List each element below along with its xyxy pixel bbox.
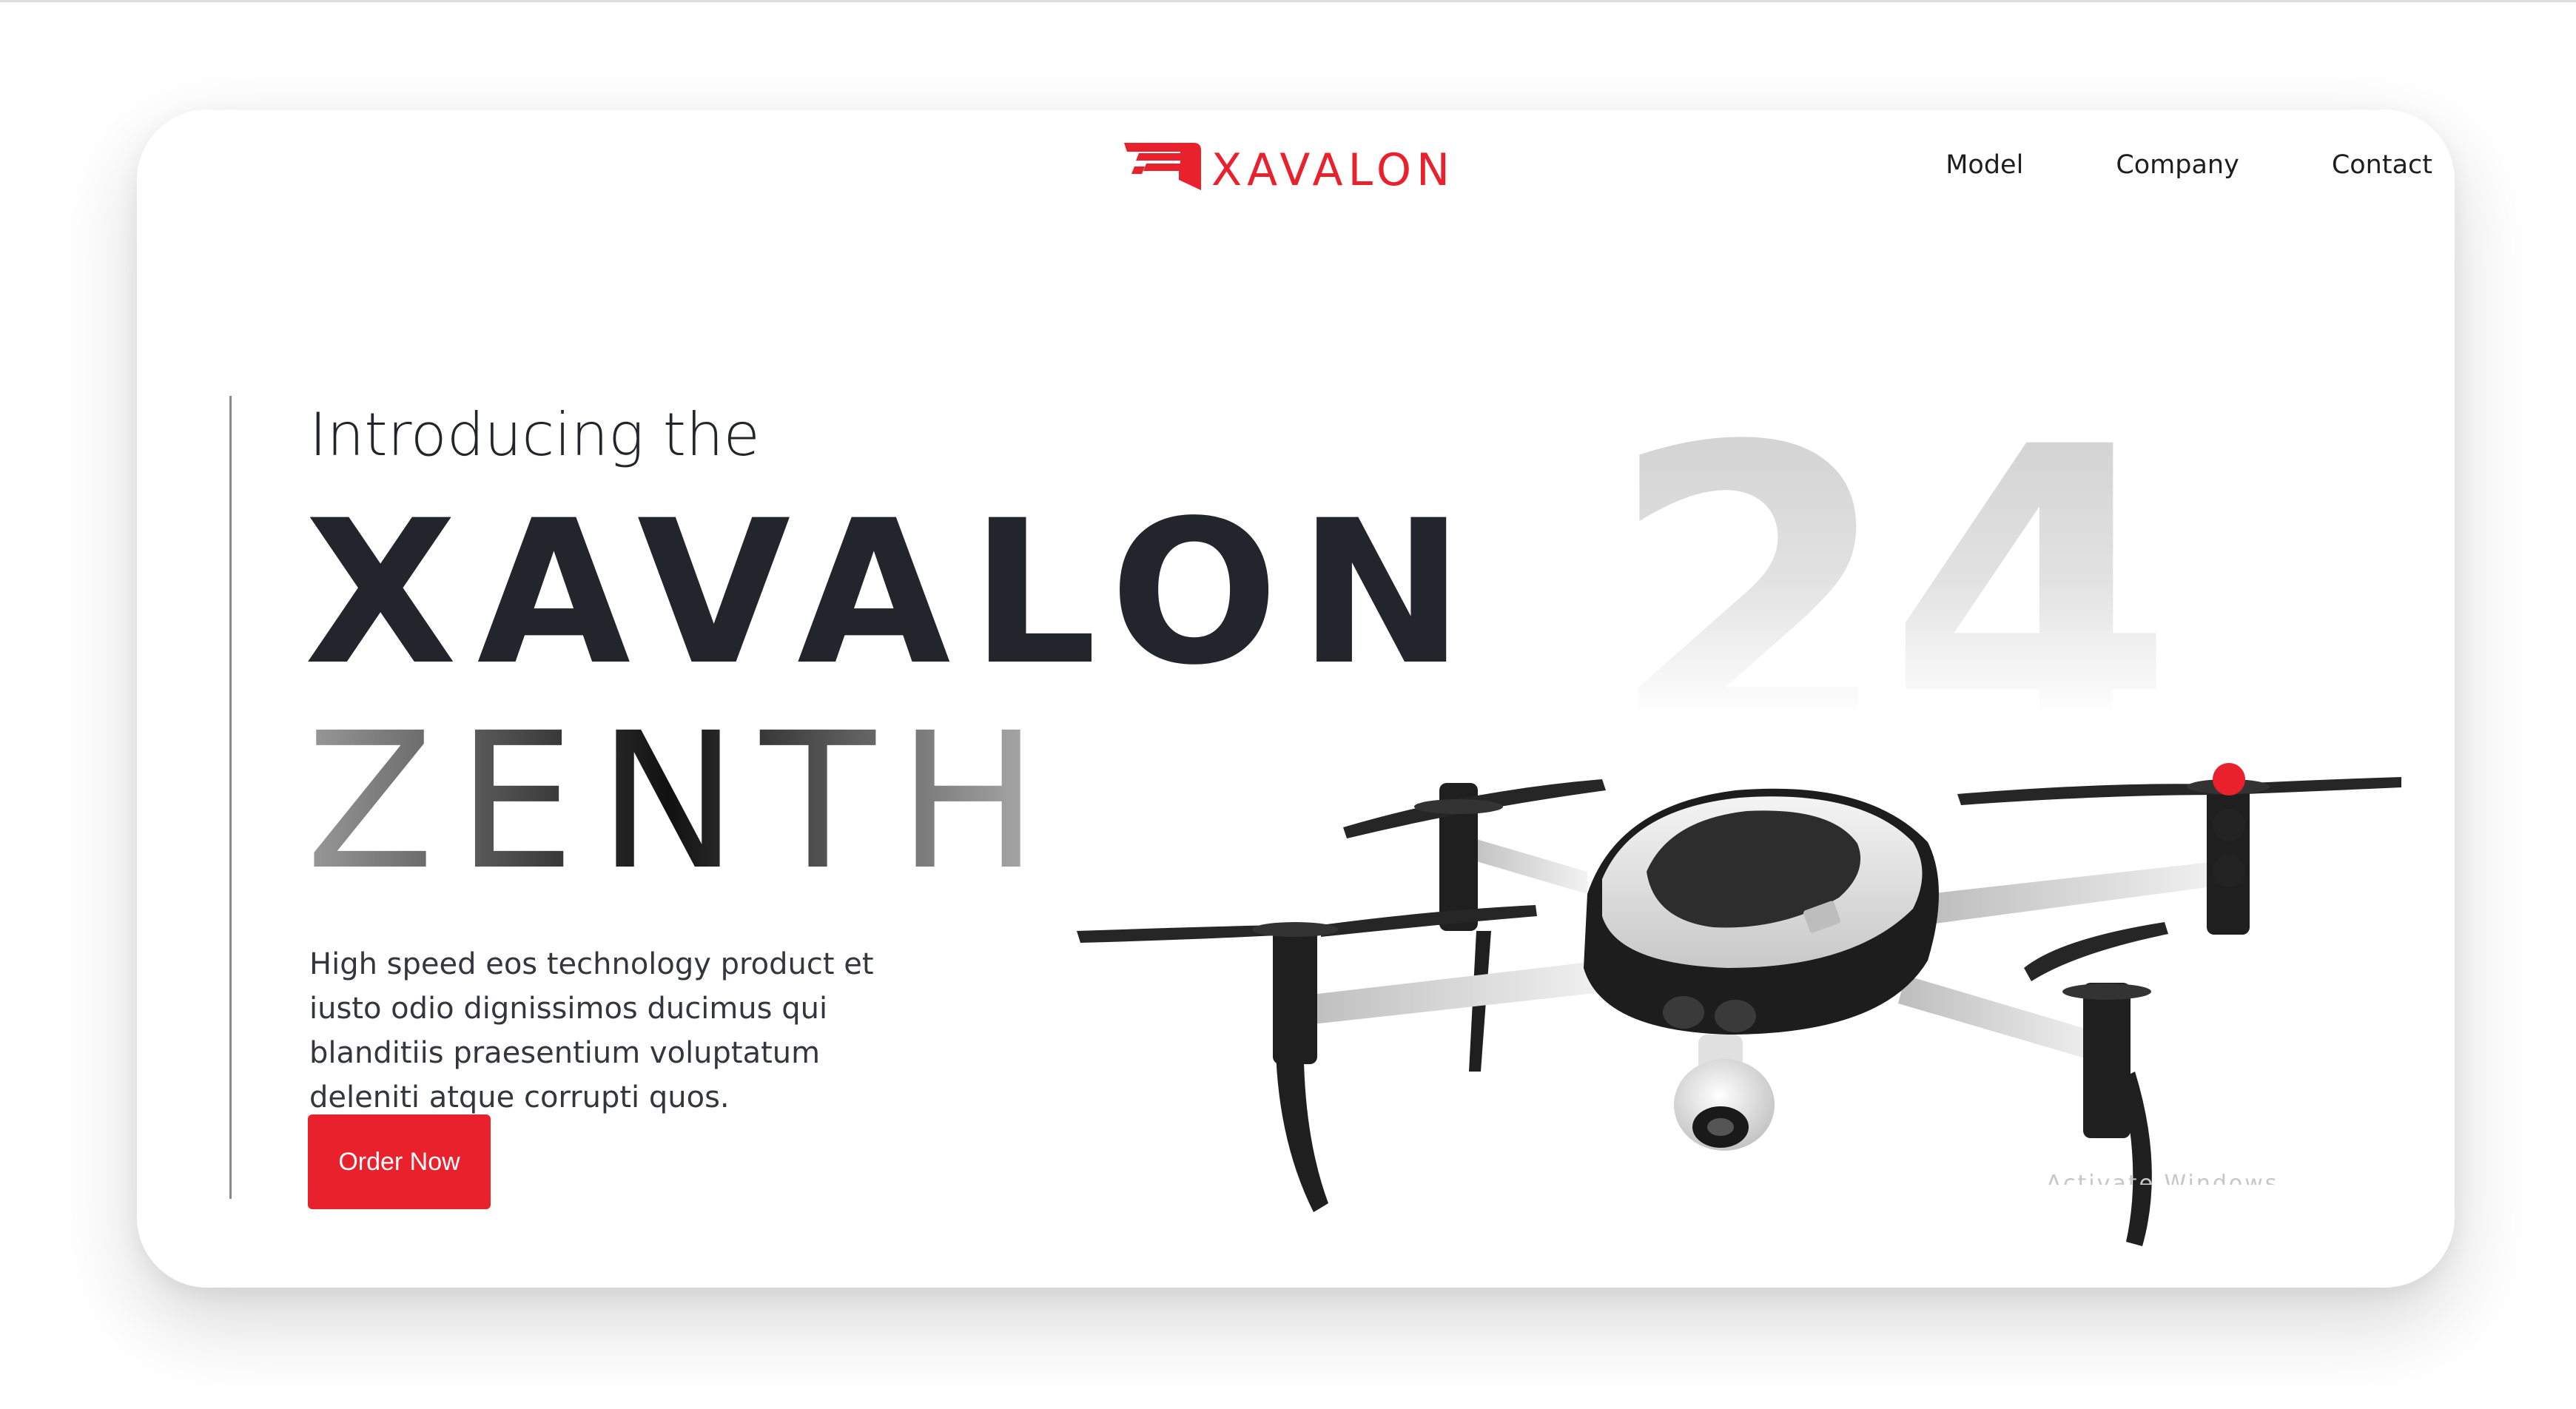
- carousel-dot-1[interactable]: [2213, 763, 2245, 796]
- hero-intro: Introducing the: [309, 400, 760, 469]
- carousel-dot-3[interactable]: [2213, 855, 2245, 887]
- main-nav: Model Company Contact: [1946, 152, 2432, 178]
- top-divider: [0, 0, 2576, 2]
- nav-company-link[interactable]: Company: [2116, 152, 2239, 178]
- hero-description: High speed eos technology product et ius…: [309, 947, 874, 1114]
- hero-variant-name: ZENTH: [306, 692, 1061, 911]
- brand-name: XAVALON: [1211, 144, 1455, 196]
- nav-contact-link[interactable]: Contact: [2332, 152, 2432, 178]
- carousel-dot-2[interactable]: [2213, 809, 2245, 841]
- nav-model-link[interactable]: Model: [1946, 152, 2023, 178]
- winged-flag-icon: [1124, 143, 1201, 190]
- hero-card: XAVALON Model Company Contact Introducin…: [137, 110, 2455, 1288]
- accent-vertical-line: [229, 396, 232, 1199]
- activate-windows-watermark: Activate Windows: [2046, 1173, 2279, 1185]
- carousel-pagination: [2213, 763, 2245, 887]
- brand-logo[interactable]: XAVALON: [1121, 130, 1455, 204]
- order-now-button[interactable]: Order Now: [308, 1114, 491, 1209]
